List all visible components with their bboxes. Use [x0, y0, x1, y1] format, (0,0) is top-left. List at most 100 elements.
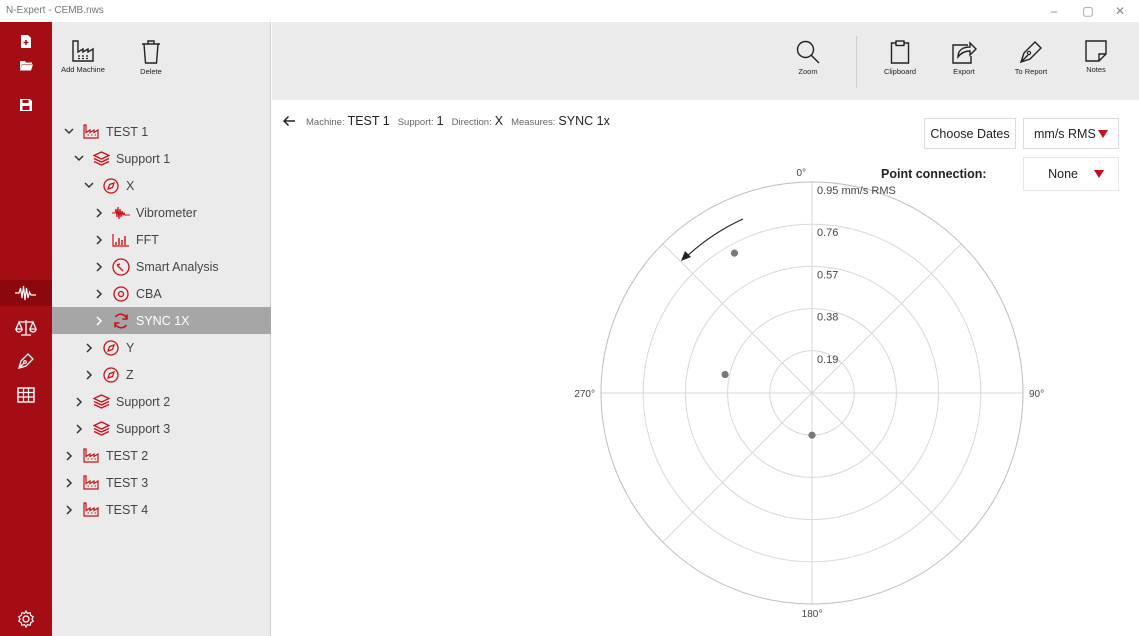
direction-value: X — [494, 114, 504, 128]
vibration-icon[interactable] — [0, 280, 52, 306]
dropdown-arrow-icon — [1094, 170, 1104, 178]
vibrometer-icon — [112, 204, 130, 222]
left-rail — [0, 22, 52, 636]
chevron-right-icon[interactable] — [62, 503, 76, 517]
chevron-down-icon[interactable] — [82, 179, 96, 193]
point-connection-dropdown[interactable]: None — [1023, 157, 1119, 191]
close-button[interactable]: ✕ — [1105, 2, 1135, 20]
notes-label: Notes — [1086, 65, 1106, 74]
open-folder-icon[interactable] — [0, 52, 52, 78]
tree-item-y[interactable]: Y — [52, 334, 271, 361]
clipboard-label: Clipboard — [883, 67, 917, 76]
machine-key: Machine: — [306, 117, 345, 128]
zoom-icon — [796, 40, 820, 64]
direction-key: Direction: — [451, 117, 492, 128]
radial-tick-label: 0.57 — [817, 269, 838, 281]
to-report-button[interactable]: To Report — [1006, 22, 1056, 100]
tree-item-support-1[interactable]: Support 1 — [52, 145, 271, 172]
notes-icon — [1085, 40, 1107, 62]
breadcrumb: Machine: TEST 1 Support: 1 Direction: X … — [282, 114, 618, 128]
angle-label: 90° — [1029, 389, 1044, 400]
measures-value: SYNC 1x — [558, 114, 610, 128]
table-icon[interactable] — [0, 382, 52, 408]
chevron-right-icon[interactable] — [92, 314, 106, 328]
dropdown-arrow-icon — [1097, 129, 1108, 138]
chevron-right-icon[interactable] — [72, 422, 86, 436]
export-label: Export — [953, 67, 975, 76]
tree-item-label: TEST 3 — [106, 475, 149, 490]
chevron-right-icon[interactable] — [62, 449, 76, 463]
tree-item-test-4[interactable]: TEST 4 — [52, 496, 271, 523]
choose-dates-button[interactable]: Choose Dates — [924, 118, 1016, 149]
export-icon — [952, 41, 977, 64]
tree-item-label: Smart Analysis — [136, 259, 219, 274]
tree-item-support-3[interactable]: Support 3 — [52, 415, 271, 442]
export-button[interactable]: Export — [942, 22, 986, 100]
delete-button[interactable]: Delete — [128, 22, 174, 100]
radial-tick-label: 0.19 — [817, 354, 838, 366]
tree-item-vibrometer[interactable]: Vibrometer — [52, 199, 271, 226]
pen-icon[interactable] — [0, 348, 52, 374]
support-icon — [92, 393, 110, 411]
machine-icon — [82, 123, 100, 141]
toolbar-actions: Zoom Clipboard Export To Report Notes — [272, 22, 1139, 100]
clipboard-button[interactable]: Clipboard — [876, 22, 924, 100]
balance-icon[interactable] — [0, 314, 52, 340]
direction-icon — [102, 339, 120, 357]
maximize-button[interactable]: ▢ — [1073, 2, 1103, 20]
tree-item-label: TEST 2 — [106, 448, 149, 463]
tree-item-test-1[interactable]: TEST 1 — [52, 118, 271, 145]
tree-item-z[interactable]: Z — [52, 361, 271, 388]
minimize-button[interactable]: – — [1039, 2, 1069, 20]
chevron-right-icon[interactable] — [82, 341, 96, 355]
chevron-right-icon[interactable] — [92, 287, 106, 301]
zoom-button[interactable]: Zoom — [786, 22, 830, 100]
new-file-icon[interactable] — [0, 28, 52, 54]
settings-icon[interactable] — [0, 606, 52, 632]
tree-item-smart-analysis[interactable]: Smart Analysis — [52, 253, 271, 280]
chevron-right-icon[interactable] — [62, 476, 76, 490]
tree-item-cba[interactable]: CBA — [52, 280, 271, 307]
tree-item-test-2[interactable]: TEST 2 — [52, 442, 271, 469]
chevron-down-icon[interactable] — [72, 152, 86, 166]
chevron-right-icon[interactable] — [72, 395, 86, 409]
trash-icon — [142, 40, 160, 64]
tree-item-label: Support 1 — [116, 151, 171, 166]
save-icon[interactable] — [0, 92, 52, 118]
smart-analysis-icon — [112, 257, 130, 276]
chevron-right-icon[interactable] — [82, 368, 96, 382]
fft-icon — [112, 231, 130, 249]
chevron-right-icon[interactable] — [92, 233, 106, 247]
radial-tick-label: 0.38 — [817, 312, 838, 324]
tree-item-fft[interactable]: FFT — [52, 226, 271, 253]
tree-item-label: Support 2 — [116, 394, 171, 409]
tree-item-label: Vibrometer — [136, 205, 197, 220]
tree-item-test-3[interactable]: TEST 3 — [52, 469, 271, 496]
delete-label: Delete — [140, 67, 162, 76]
machine-icon — [82, 474, 100, 492]
angle-label: 270° — [574, 389, 595, 400]
tree-item-sync-1x[interactable]: SYNC 1X — [52, 307, 271, 334]
support-icon — [92, 150, 110, 168]
chevron-right-icon[interactable] — [92, 206, 106, 220]
unit-value: mm/s RMS — [1034, 126, 1096, 141]
tree-item-label: CBA — [136, 286, 162, 301]
tree-item-x[interactable]: X — [52, 172, 271, 199]
tree-item-support-2[interactable]: Support 2 — [52, 388, 271, 415]
chevron-down-icon[interactable] — [62, 125, 76, 139]
rotation-arrowhead-icon — [681, 251, 691, 261]
chevron-right-icon[interactable] — [92, 260, 106, 274]
machine-value: TEST 1 — [347, 114, 390, 128]
unit-dropdown[interactable]: mm/s RMS — [1023, 118, 1119, 149]
angle-label: 0° — [796, 168, 806, 179]
cba-icon — [112, 285, 130, 303]
notes-button[interactable]: Notes — [1076, 22, 1116, 100]
tree-item-label: Y — [126, 340, 135, 355]
tree-item-label: X — [126, 178, 135, 193]
to-report-label: To Report — [1014, 67, 1048, 76]
to-report-icon — [1019, 41, 1042, 64]
back-arrow-icon[interactable] — [282, 115, 296, 127]
add-machine-button[interactable]: Add Machine — [54, 22, 112, 100]
tree-item-label: FFT — [136, 232, 159, 247]
machine-tree: TEST 1 Support 1 X Vibrometer FFT Smart Analy… — [52, 100, 271, 636]
